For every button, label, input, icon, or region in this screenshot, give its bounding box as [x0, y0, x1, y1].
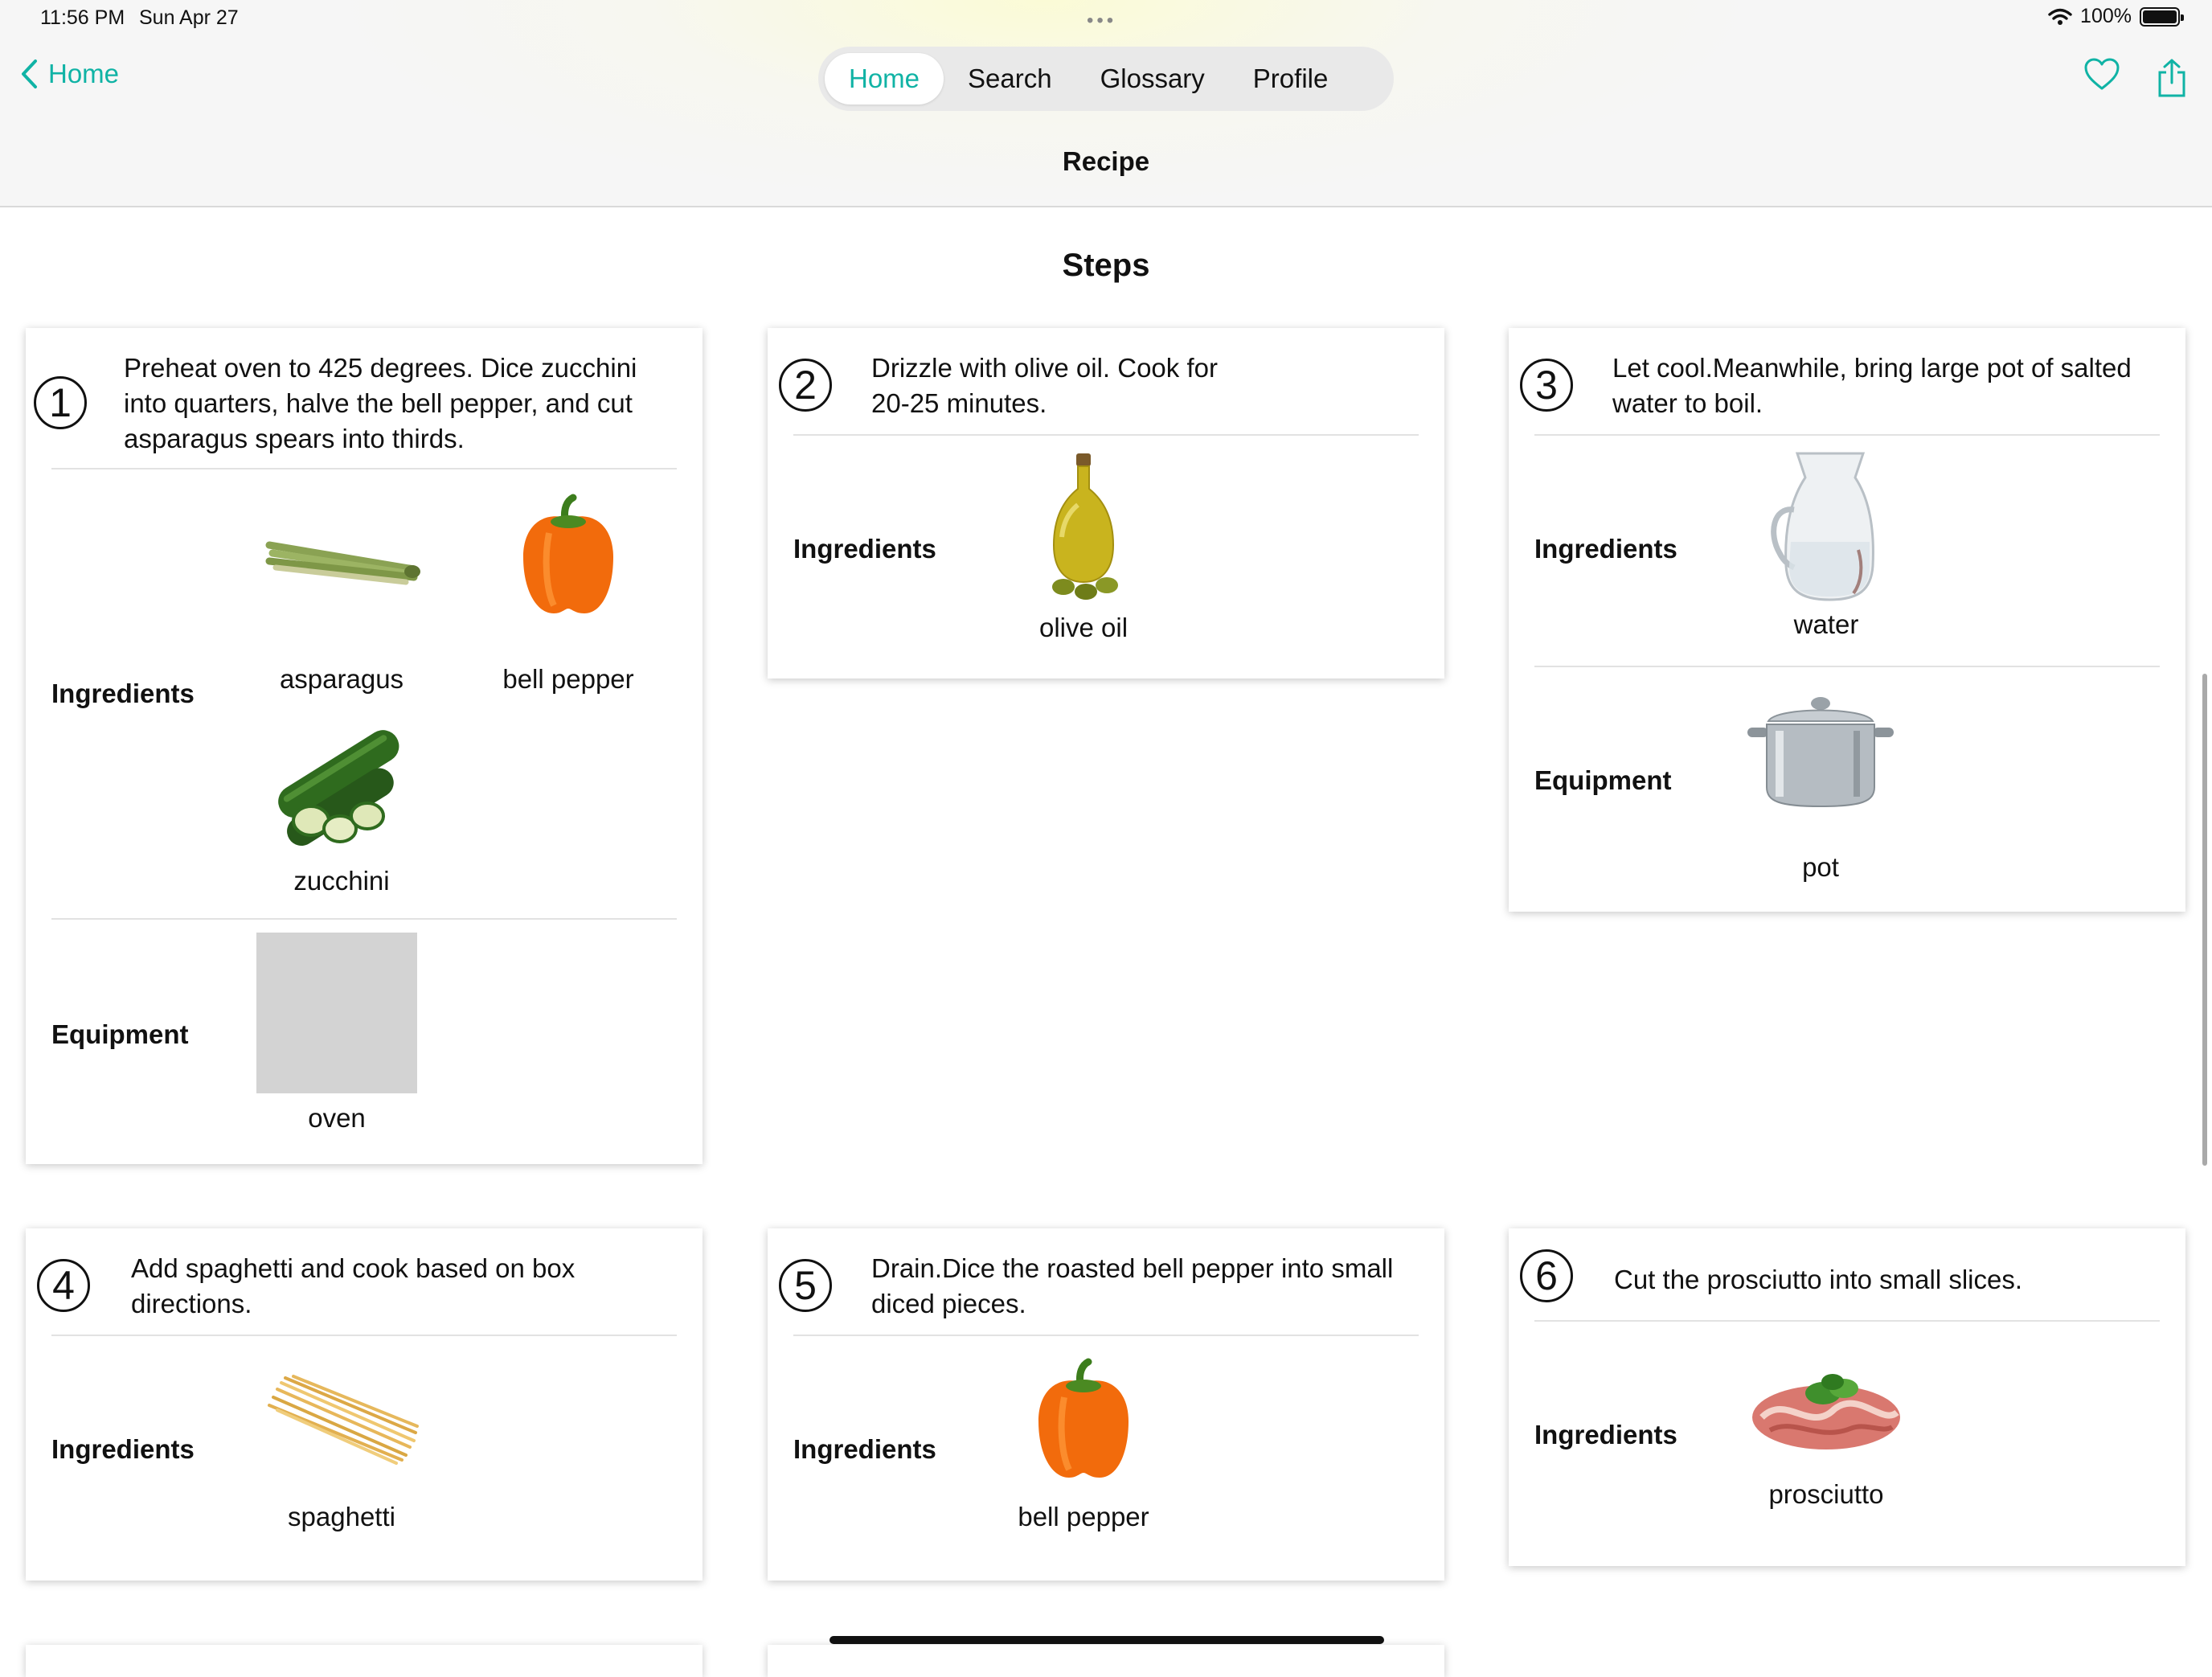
scrollbar[interactable] [2202, 674, 2207, 1166]
navigation-bar: 11:56 PM Sun Apr 27 ••• 100% Home Home S… [0, 0, 2212, 207]
ingredient-caption: prosciutto [1768, 1479, 1884, 1509]
zucchini-icon [278, 730, 399, 846]
tab-bar: Home Search Glossary Profile [818, 47, 1394, 111]
ingredient-caption: bell pepper [1018, 1502, 1149, 1531]
step-card-1: 1 Preheat oven to 425 degrees. Dice zucc… [26, 328, 703, 1164]
oven-image-placeholder [256, 933, 417, 1093]
divider [1534, 666, 2160, 667]
tab-glossary[interactable]: Glossary [1076, 53, 1229, 105]
ingredient-asparagus[interactable]: asparagus [245, 489, 438, 695]
step-card-6: 6 Cut the prosciutto into small slices. … [1509, 1228, 2185, 1566]
ingredient-caption: bell pepper [502, 664, 634, 694]
step-instruction: Add spaghetti and cook based on box dire… [131, 1253, 576, 1318]
home-indicator[interactable] [830, 1636, 1384, 1644]
equipment-pot[interactable]: pot [1724, 688, 1917, 883]
divider [793, 1335, 1419, 1336]
bell-pepper-icon [1038, 1358, 1129, 1478]
prosciutto-icon [1752, 1374, 1900, 1449]
share-icon[interactable] [2156, 58, 2188, 98]
ingredient-prosciutto[interactable]: prosciutto [1730, 1349, 1923, 1510]
step-card-4: 4 Add spaghetti and cook based on box di… [26, 1228, 703, 1581]
tab-home[interactable]: Home [825, 53, 944, 105]
step-instruction: Drain.Dice the roasted bell pepper into … [871, 1253, 1394, 1318]
divider [51, 918, 677, 920]
ingredient-spaghetti[interactable]: spaghetti [245, 1357, 438, 1532]
equipment-oven[interactable]: oven [240, 933, 433, 1134]
page-title: Recipe [1062, 146, 1150, 176]
spaghetti-icon [268, 1375, 419, 1465]
status-indicators: 100% [2048, 5, 2184, 28]
back-button-label: Home [48, 59, 120, 88]
step-instruction: Cut the prosciutto into small slices. [1614, 1265, 2023, 1294]
ingredients-label: Ingredients [793, 534, 936, 564]
nav-actions [2083, 58, 2188, 98]
equipment-label: Equipment [51, 1019, 189, 1049]
heart-icon[interactable] [2083, 58, 2120, 92]
chevron-left-icon [22, 59, 37, 88]
ingredient-olive-oil[interactable]: olive oil [987, 449, 1180, 643]
step-card-2: 2 Drizzle with olive oil. Cook for 20-25… [768, 328, 1444, 679]
divider [1534, 434, 2160, 436]
status-date: Sun Apr 27 [139, 6, 239, 29]
wifi-icon [2048, 8, 2072, 25]
status-time: 11:56 PM [40, 6, 125, 29]
step-instruction: Preheat oven to 425 degrees. Dice zucchi… [124, 353, 637, 453]
divider [51, 468, 677, 469]
tab-profile[interactable]: Profile [1229, 53, 1353, 105]
step-number: 4 [37, 1259, 90, 1312]
step-card-8-partial [768, 1645, 1444, 1677]
battery-percent: 100% [2080, 5, 2132, 27]
step-number: 3 [1520, 359, 1573, 412]
ingredient-caption: zucchini [293, 866, 390, 896]
olive-oil-icon [1052, 453, 1118, 600]
equipment-label: Equipment [1534, 765, 1672, 795]
ingredient-caption: spaghetti [288, 1502, 395, 1531]
water-pitcher-icon [1771, 452, 1874, 601]
bell-pepper-icon [523, 494, 613, 613]
step-number: 5 [779, 1259, 832, 1312]
multitasking-dots-icon[interactable]: ••• [1087, 10, 1116, 32]
ingredient-zucchini[interactable]: zucchini [245, 718, 438, 896]
step-number: 6 [1520, 1249, 1573, 1302]
pot-icon [1747, 697, 1894, 808]
step-instruction: Let cool.Meanwhile, bring large pot of s… [1612, 353, 2132, 418]
step-number: 1 [34, 376, 87, 429]
ingredient-caption: water [1793, 609, 1859, 639]
tab-search[interactable]: Search [944, 53, 1076, 105]
equipment-caption: oven [308, 1103, 366, 1133]
divider [793, 434, 1419, 436]
ingredients-label: Ingredients [51, 1434, 195, 1464]
ingredient-bell-pepper[interactable]: bell pepper [987, 1357, 1180, 1532]
step-number: 2 [779, 359, 832, 412]
step-card-3: 3 Let cool.Meanwhile, bring large pot of… [1509, 328, 2185, 912]
ingredients-label: Ingredients [1534, 534, 1677, 564]
divider [1534, 1320, 2160, 1322]
ingredients-label: Ingredients [51, 679, 195, 708]
asparagus-icon [265, 541, 420, 585]
ingredients-label: Ingredients [1534, 1420, 1677, 1449]
ingredient-caption: olive oil [1038, 613, 1129, 642]
step-instruction: Drizzle with olive oil. Cook for 20-25 m… [871, 353, 1218, 418]
ingredient-bell-pepper[interactable]: bell pepper [472, 489, 665, 695]
divider [51, 1335, 677, 1336]
ingredients-label: Ingredients [793, 1434, 936, 1464]
step-card-7-partial [26, 1645, 703, 1677]
steps-heading: Steps [1062, 248, 1150, 283]
step-card-5: 5 Drain.Dice the roasted bell pepper int… [768, 1228, 1444, 1581]
equipment-caption: pot [1802, 852, 1839, 882]
back-button[interactable]: Home [19, 58, 119, 90]
battery-icon [2140, 6, 2184, 27]
ingredient-water[interactable]: water [1730, 445, 1923, 640]
ingredient-caption: asparagus [279, 664, 404, 694]
